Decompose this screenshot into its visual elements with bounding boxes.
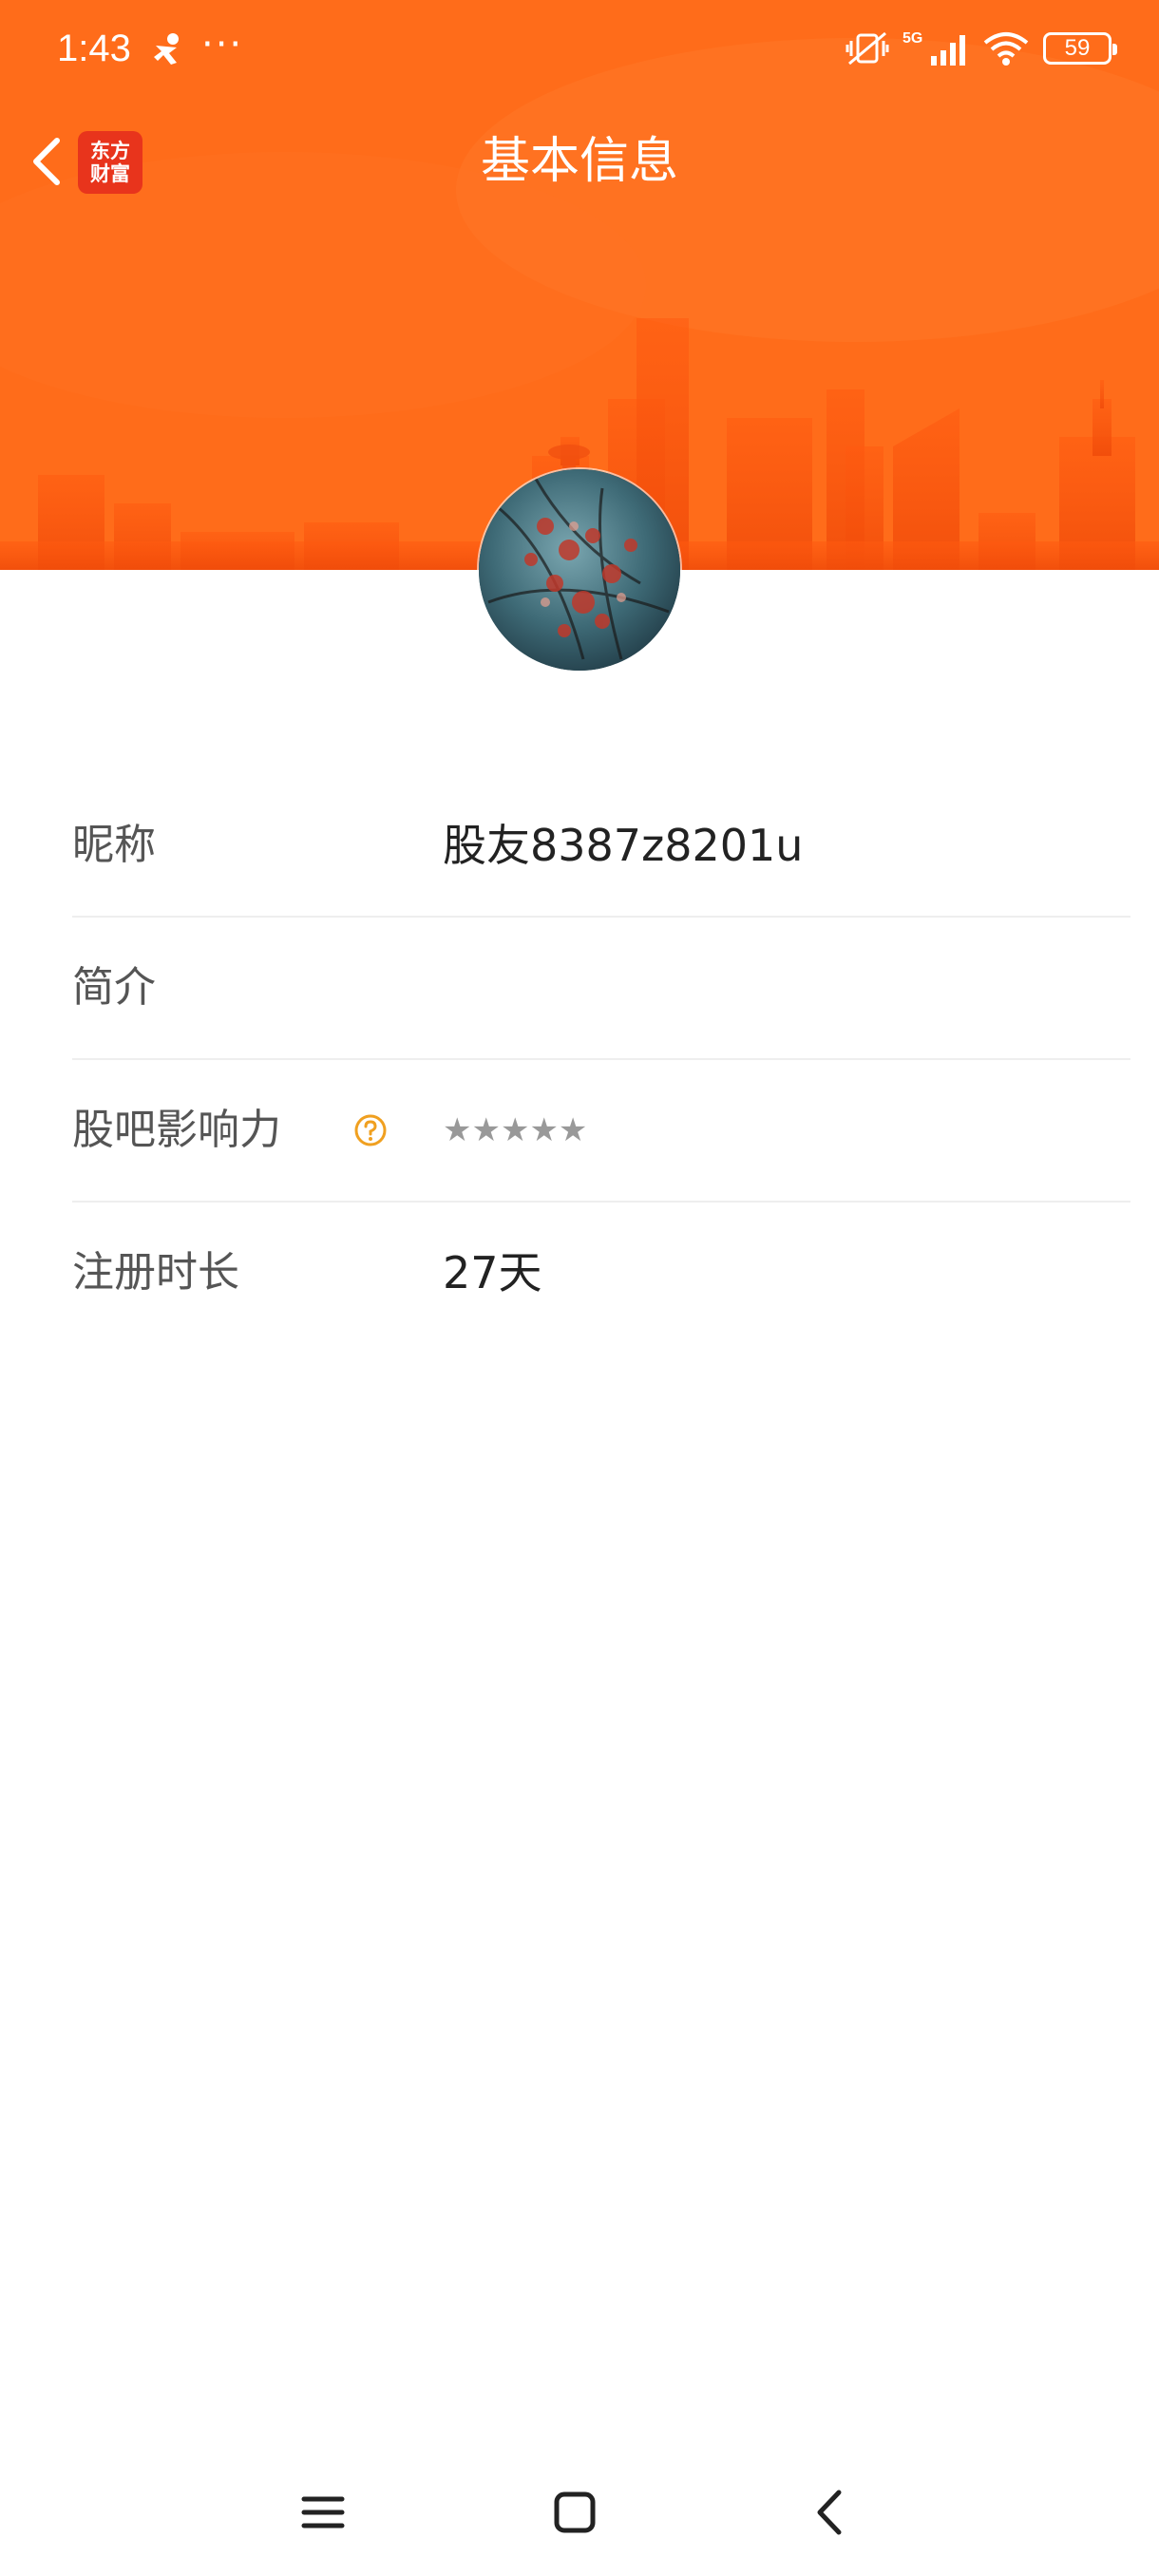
- chevron-left-icon: [817, 2490, 842, 2535]
- eastmoney-logo[interactable]: 东方 财富: [78, 131, 142, 194]
- profile-info-list: 昵称 股友8387z8201u 简介 股吧影响力 ★★★★★ 注册时长 27天: [72, 775, 1130, 1345]
- recent-apps-button[interactable]: [290, 2479, 356, 2546]
- system-back-button[interactable]: [796, 2479, 863, 2546]
- system-navigation-bar: [0, 2451, 1159, 2565]
- nickname-label: 昵称: [72, 821, 156, 869]
- status-time: 1:43: [57, 28, 131, 69]
- home-button[interactable]: [542, 2479, 608, 2546]
- registration-value: 27天: [443, 1247, 542, 1298]
- logo-line-1: 东方: [90, 140, 130, 162]
- status-icons: 5G 59: [846, 25, 1117, 72]
- bio-row[interactable]: 简介: [72, 918, 1130, 1060]
- logo-line-2: 财富: [90, 162, 130, 185]
- influence-row: 股吧影响力 ★★★★★: [72, 1060, 1130, 1203]
- registration-label: 注册时长: [72, 1248, 239, 1297]
- user-avatar[interactable]: [479, 469, 680, 671]
- network-type-label: 5G: [902, 30, 922, 47]
- bio-label: 简介: [72, 963, 156, 1012]
- nickname-row[interactable]: 昵称 股友8387z8201u: [72, 775, 1130, 918]
- notification-app-icon: [154, 33, 179, 65]
- signal-5g-icon: 5G: [902, 30, 965, 66]
- registration-row: 注册时长 27天: [72, 1203, 1130, 1345]
- back-button[interactable]: [19, 133, 76, 190]
- influence-label: 股吧影响力: [72, 1106, 281, 1154]
- nickname-value: 股友8387z8201u: [443, 820, 804, 871]
- influence-star-rating: ★★★★★: [443, 1111, 588, 1149]
- wifi-icon: [983, 32, 1029, 66]
- battery-level: 59: [1064, 35, 1091, 61]
- status-more-notifications: ···: [201, 23, 244, 66]
- chevron-left-icon: [33, 138, 60, 185]
- home-square-icon: [554, 2491, 596, 2533]
- battery-indicator: 59: [1043, 32, 1117, 65]
- question-circle-icon[interactable]: [353, 1113, 388, 1147]
- avatar-image: [479, 469, 680, 671]
- vibrate-off-icon: [846, 31, 889, 66]
- page-title: 基本信息: [480, 133, 678, 190]
- status-bar: 1:43 ··· 5G 59: [0, 0, 1159, 95]
- menu-icon: [301, 2496, 345, 2529]
